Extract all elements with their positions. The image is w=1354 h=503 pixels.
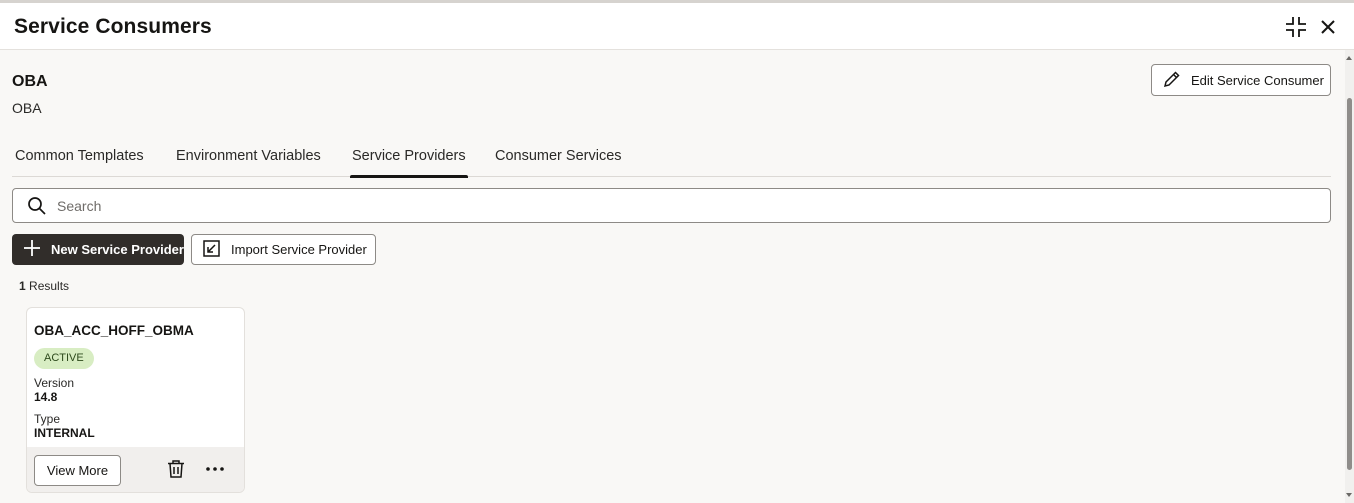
- version-label: Version: [34, 376, 75, 390]
- type-label: Type: [34, 412, 61, 426]
- results-count: 1 Results: [19, 279, 69, 293]
- card-footer: View More: [27, 447, 244, 492]
- consumer-name: OBA: [12, 73, 48, 90]
- view-more-button[interactable]: View More: [34, 455, 121, 486]
- tab-label: Common Templates: [15, 148, 144, 164]
- view-more-label: View More: [46, 463, 109, 478]
- close-icon[interactable]: [1316, 15, 1340, 39]
- tab-consumer-services[interactable]: Consumer Services: [495, 140, 622, 177]
- scrollbar[interactable]: [1345, 50, 1354, 503]
- type-value: INTERNAL: [34, 426, 95, 440]
- search-input[interactable]: [57, 190, 1317, 221]
- collapse-icon[interactable]: [1284, 15, 1308, 39]
- import-service-provider-button[interactable]: Import Service Provider: [191, 234, 376, 265]
- tab-environment-variables[interactable]: Environment Variables: [176, 140, 321, 177]
- consumer-description: OBA: [12, 100, 42, 116]
- import-icon: [203, 239, 220, 260]
- card-title: OBA_ACC_HOFF_OBMA: [34, 323, 194, 338]
- tab-service-providers[interactable]: Service Providers: [350, 140, 468, 178]
- edit-service-consumer-label: Edit Service Consumer: [1191, 72, 1324, 88]
- tab-label: Service Providers: [352, 148, 466, 164]
- plus-icon: [23, 239, 41, 260]
- results-label: Results: [29, 279, 70, 293]
- scroll-down-arrow-icon[interactable]: [1346, 493, 1352, 497]
- new-service-provider-button[interactable]: New Service Provider: [12, 234, 184, 265]
- more-options-icon[interactable]: [205, 460, 225, 483]
- tab-bar: Common Templates Environment Variables S…: [12, 140, 1331, 178]
- search-box: [12, 188, 1331, 223]
- panel-header: Service Consumers: [0, 3, 1354, 50]
- pencil-icon: [1162, 69, 1182, 92]
- scroll-thumb[interactable]: [1347, 98, 1352, 470]
- scroll-up-arrow-icon[interactable]: [1346, 56, 1352, 60]
- tab-label: Environment Variables: [176, 148, 321, 164]
- service-provider-card: OBA_ACC_HOFF_OBMA ACTIVE Version 14.8 Ty…: [26, 307, 245, 493]
- trash-icon[interactable]: [166, 459, 186, 484]
- import-service-provider-label: Import Service Provider: [231, 242, 367, 257]
- edit-service-consumer-button[interactable]: Edit Service Consumer: [1151, 64, 1331, 96]
- page-title: Service Consumers: [14, 15, 212, 38]
- status-badge: ACTIVE: [34, 348, 94, 369]
- version-value: 14.8: [34, 390, 58, 404]
- results-number: 1: [19, 279, 26, 293]
- tab-label: Consumer Services: [495, 148, 622, 164]
- search-icon: [27, 196, 47, 221]
- new-service-provider-label: New Service Provider: [51, 242, 184, 257]
- tab-common-templates[interactable]: Common Templates: [15, 140, 144, 177]
